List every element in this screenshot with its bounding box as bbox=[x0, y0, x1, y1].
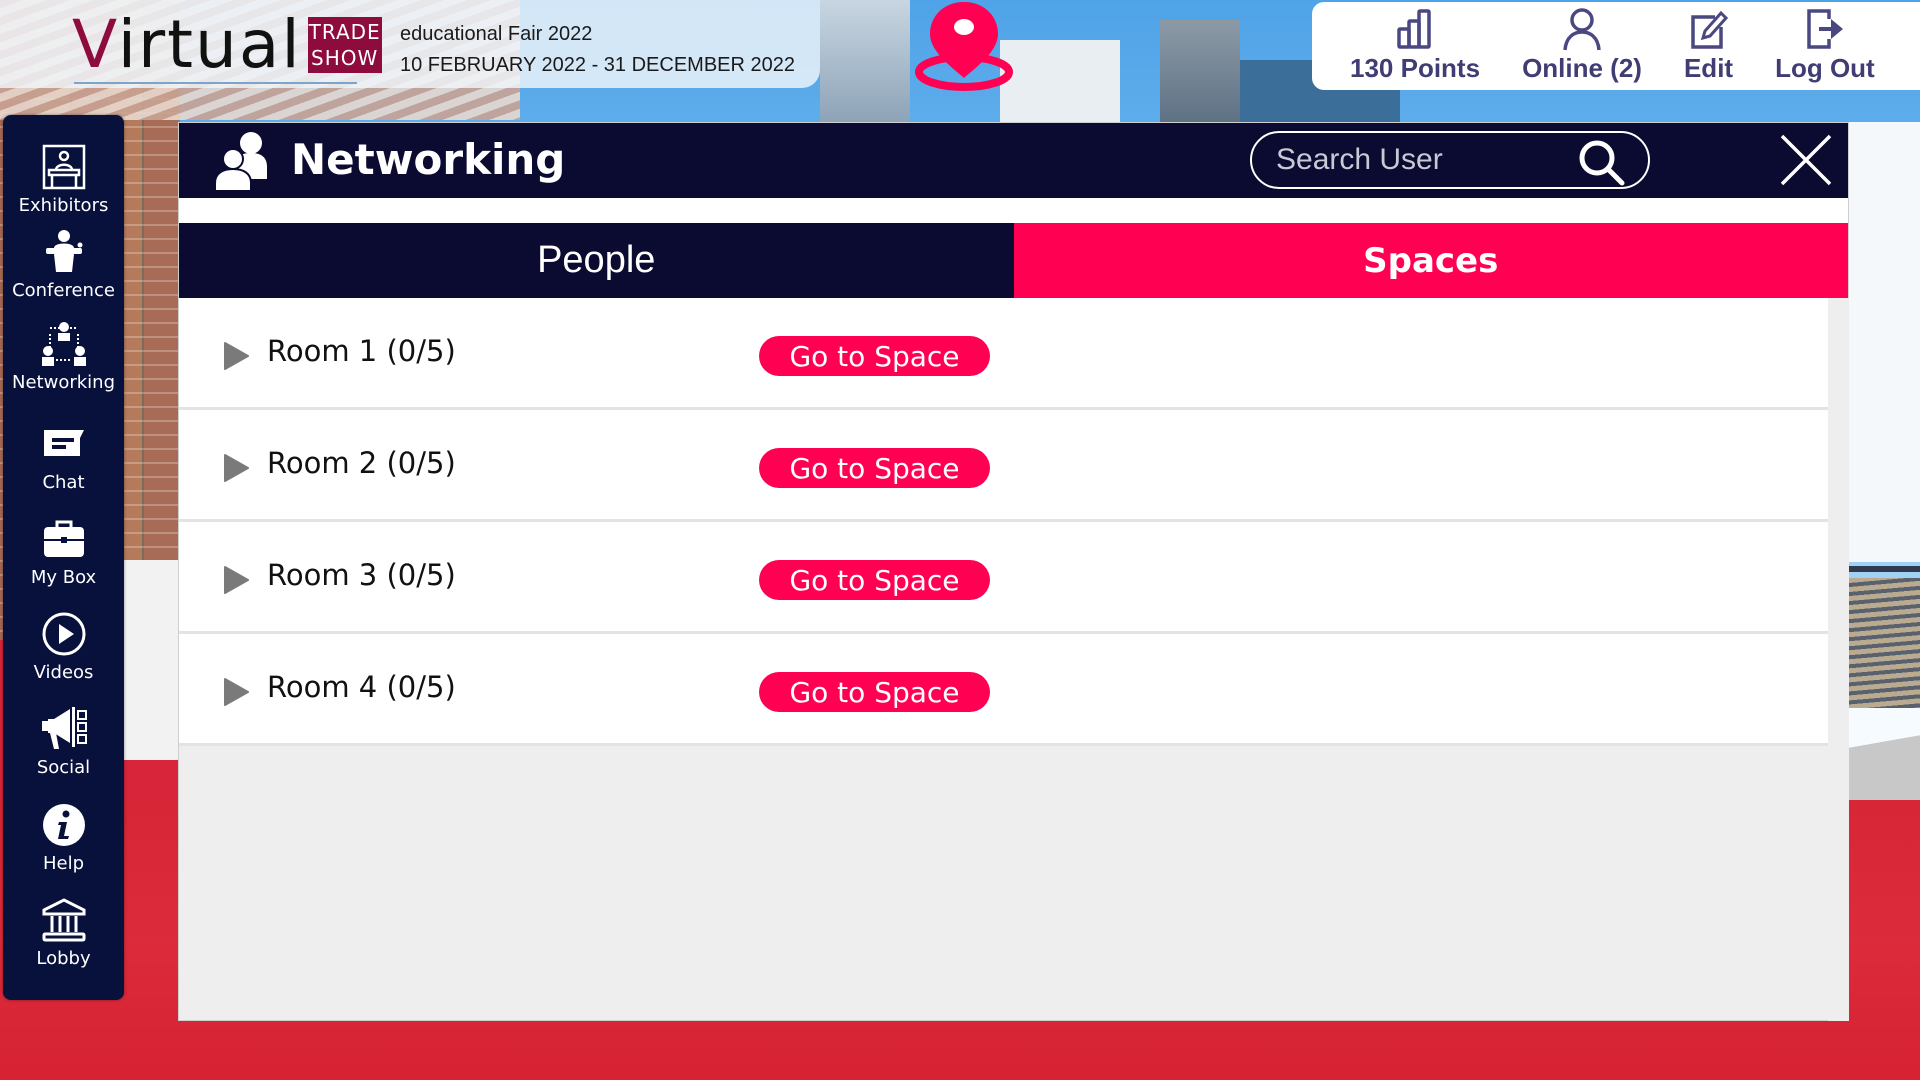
spaces-list: Room 1 (0/5) Go to Space Room 2 (0/5) Go… bbox=[179, 298, 1828, 746]
go-to-space-button[interactable]: Go to Space bbox=[759, 560, 990, 600]
white-ledge bbox=[124, 560, 184, 760]
edit-icon bbox=[1690, 10, 1728, 49]
sidebar-label: My Box bbox=[30, 567, 97, 588]
networking-tabs: People Spaces bbox=[179, 223, 1848, 298]
bank-building-icon bbox=[42, 898, 85, 942]
search-user-box bbox=[1250, 131, 1650, 189]
edit-label: Edit bbox=[1683, 53, 1734, 83]
event-dates: 10 FEBRUARY 2022 - 31 DECEMBER 2022 bbox=[400, 54, 796, 76]
logout-label: Log Out bbox=[1775, 53, 1875, 83]
sidebar-label: Chat bbox=[42, 472, 85, 493]
megaphone-icon bbox=[41, 707, 87, 749]
networking-panel: Networking People Spaces Room 1 (0/5) Go… bbox=[178, 122, 1849, 1021]
event-name: educational Fair 2022 bbox=[400, 23, 593, 45]
sidebar-item-videos[interactable]: Videos bbox=[3, 610, 124, 683]
exhibitor-booth-icon bbox=[42, 144, 85, 190]
go-to-space-button[interactable]: Go to Space bbox=[759, 448, 990, 488]
list-scrollbar[interactable] bbox=[1828, 298, 1849, 1021]
points-label: 130 Points bbox=[1350, 53, 1481, 83]
sidebar-label: Lobby bbox=[36, 948, 91, 969]
expand-arrow-icon[interactable] bbox=[223, 454, 249, 482]
go-to-space-button[interactable]: Go to Space bbox=[759, 336, 990, 376]
right-wall-band bbox=[1849, 566, 1920, 572]
online-label: Online (2) bbox=[1522, 53, 1642, 83]
sidebar-item-chat[interactable]: Chat bbox=[3, 420, 124, 493]
sidebar-label: Videos bbox=[33, 662, 94, 683]
logo-underline bbox=[74, 82, 357, 84]
bar-chart-icon bbox=[1397, 9, 1431, 49]
sidebar-label: Exhibitors bbox=[18, 195, 109, 216]
edit-profile-button[interactable]: Edit bbox=[1684, 2, 1733, 88]
play-circle-icon bbox=[42, 612, 85, 656]
location-pin-icon[interactable] bbox=[913, 0, 1015, 94]
sidebar-item-my-box[interactable]: My Box bbox=[3, 515, 124, 588]
go-to-space-button[interactable]: Go to Space bbox=[759, 672, 990, 712]
sidebar-item-exhibitors[interactable]: Exhibitors bbox=[3, 143, 124, 216]
sidebar-label: Help bbox=[42, 853, 85, 874]
list-item: Room 3 (0/5) Go to Space bbox=[179, 522, 1828, 634]
virtual-trade-show-logo: Virtual TRADE SHOW bbox=[72, 10, 382, 80]
search-user-input[interactable] bbox=[1276, 143, 1576, 177]
online-users-button[interactable]: Online (2) bbox=[1522, 2, 1642, 88]
points-button[interactable]: 130 Points bbox=[1350, 2, 1480, 88]
room-name: Room 1 (0/5) bbox=[267, 334, 456, 368]
expand-arrow-icon[interactable] bbox=[223, 342, 249, 370]
sidebar-label: Conference bbox=[12, 280, 115, 301]
list-item: Room 1 (0/5) Go to Space bbox=[179, 298, 1828, 410]
tab-spaces[interactable]: Spaces bbox=[1013, 223, 1848, 298]
podium-speaker-icon bbox=[45, 230, 82, 272]
top-toolbar: 130 Points Online (2) Edit Log Out bbox=[1312, 2, 1920, 90]
tab-people[interactable]: People bbox=[179, 223, 1014, 298]
briefcase-icon bbox=[43, 520, 84, 557]
chat-bubble-icon bbox=[43, 430, 84, 456]
room-name: Room 2 (0/5) bbox=[267, 446, 456, 480]
building bbox=[1000, 40, 1120, 130]
logo-trade-text: TRADE bbox=[308, 20, 381, 44]
expand-arrow-icon[interactable] bbox=[223, 678, 249, 706]
sidebar-label: Networking bbox=[12, 372, 115, 393]
info-icon bbox=[42, 804, 85, 846]
room-name: Room 4 (0/5) bbox=[267, 670, 456, 704]
building bbox=[1160, 20, 1240, 130]
sidebar-item-social[interactable]: Social bbox=[3, 705, 124, 778]
sidebar-item-lobby[interactable]: Lobby bbox=[3, 896, 124, 969]
room-name: Room 3 (0/5) bbox=[267, 558, 456, 592]
logout-button[interactable]: Log Out bbox=[1775, 2, 1875, 88]
sidebar-item-networking[interactable]: Networking bbox=[3, 320, 124, 393]
right-wall bbox=[1849, 122, 1920, 562]
users-group-icon bbox=[214, 132, 267, 192]
left-sidebar: Exhibitors Conference Networking Chat My… bbox=[3, 115, 124, 1000]
bleachers bbox=[1849, 578, 1920, 708]
logout-icon bbox=[1807, 9, 1843, 49]
sidebar-item-conference[interactable]: Conference bbox=[3, 228, 124, 301]
panel-header: Networking bbox=[179, 123, 1848, 198]
logo-trade-show-box: TRADE SHOW bbox=[307, 17, 382, 73]
sidebar-label: Social bbox=[36, 757, 91, 778]
header-spacer bbox=[179, 198, 1848, 223]
panel-title: Networking bbox=[291, 135, 566, 184]
logo-wordmark: Virtual bbox=[72, 6, 302, 83]
user-icon bbox=[1563, 8, 1601, 51]
network-people-icon bbox=[41, 322, 86, 366]
expand-arrow-icon[interactable] bbox=[223, 566, 249, 594]
building bbox=[820, 0, 910, 130]
search-icon[interactable] bbox=[1576, 137, 1626, 187]
sidebar-item-help[interactable]: Help bbox=[3, 801, 124, 874]
list-item: Room 2 (0/5) Go to Space bbox=[179, 410, 1828, 522]
logo-show-text: SHOW bbox=[311, 46, 379, 70]
event-info: educational Fair 2022 10 FEBRUARY 2022 -… bbox=[400, 19, 795, 81]
list-item: Room 4 (0/5) Go to Space bbox=[179, 634, 1828, 746]
close-icon[interactable] bbox=[1779, 133, 1833, 187]
